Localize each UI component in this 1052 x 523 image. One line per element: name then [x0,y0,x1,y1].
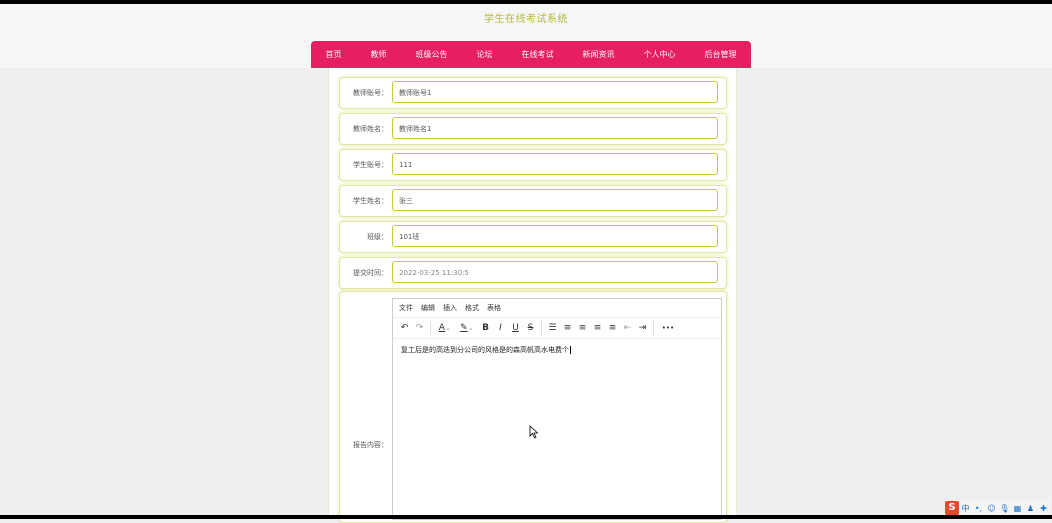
field-row-teacher-account: 教师账号： 教师账号1 [339,77,727,109]
indent-icon[interactable]: ⇥ [635,323,650,333]
outdent-icon[interactable]: ⇤ [620,323,635,333]
field-label: 教师账号： [353,89,388,97]
skin-icon[interactable]: ♟ [1024,504,1037,513]
editor-toolbar: ↶ ↷ A⌄ ✎⌄ B I U S ☰ ≡ ≡ ≡ ≡ ⇤ ⇥ ••• [393,317,721,339]
align-right-icon[interactable]: ≡ [590,323,605,333]
toolbar-divider [541,321,542,335]
nav-item-personal-center[interactable]: 个人中心 [640,49,680,60]
nav-item-class-announcements[interactable]: 班级公告 [412,49,452,60]
highlight-color-icon[interactable]: ✎⌄ [456,323,478,333]
form-container: 教师账号： 教师账号1 教师姓名： 教师姓名1 学生账号： 111 学生姓名： … [328,68,737,523]
teacher-name-input[interactable]: 教师姓名1 [392,117,718,139]
student-name-input[interactable]: 张三 [392,189,718,211]
italic-icon[interactable]: I [493,323,508,333]
mouse-cursor-icon [529,425,539,439]
student-account-input[interactable]: 111 [392,153,718,175]
keyboard-icon[interactable]: ▦ [1011,504,1024,513]
field-row-student-name: 学生姓名： 张三 [339,185,727,217]
menu-edit[interactable]: 编辑 [421,303,435,313]
field-label: 教师姓名： [353,125,388,133]
underline-icon[interactable]: U [508,323,523,333]
nav-item-forum[interactable]: 论坛 [473,49,497,60]
text-caret [570,346,571,354]
field-row-teacher-name: 教师姓名： 教师姓名1 [339,113,727,145]
menu-file[interactable]: 文件 [399,303,413,313]
punctuation-icon[interactable]: •, [972,504,985,513]
field-row-student-account: 学生账号： 111 [339,149,727,181]
highlight-glyph: ✎ [460,323,468,333]
justify-icon[interactable]: ≡ [605,323,620,333]
undo-icon[interactable]: ↶ [397,323,412,333]
toolbar-divider [653,321,654,335]
class-input[interactable]: 101班 [392,225,718,247]
nav-item-teachers[interactable]: 教师 [367,49,391,60]
microphone-icon[interactable]: 🎙 [998,504,1011,513]
field-label: 班级： [367,233,388,241]
nav-item-admin[interactable]: 后台管理 [701,49,741,60]
submit-time-input[interactable]: 2022-03-25 11:30:5 [392,261,718,283]
editor-menubar: 文件 编辑 插入 格式 表格 [393,299,721,317]
menu-insert[interactable]: 插入 [443,303,457,313]
field-row-submit-time: 提交时间： 2022-03-25 11:30:5 [339,257,727,289]
rich-text-editor: 文件 编辑 插入 格式 表格 ↶ ↷ A⌄ ✎⌄ B I U S ☰ ≡ ≡ ≡ [392,298,722,520]
text-color-icon[interactable]: A⌄ [434,323,456,333]
field-label: 学生姓名： [353,197,388,205]
nav-item-online-exam[interactable]: 在线考试 [518,49,558,60]
field-label: 报告内容： [353,441,388,449]
align-left-icon[interactable]: ≡ [560,323,575,333]
align-center-icon[interactable]: ≡ [575,323,590,333]
menu-format[interactable]: 格式 [465,303,479,313]
report-content-text: 复工后是的高迭到分公司的风格是的森高帆高水电费个 [401,346,569,354]
field-label: 学生账号： [353,161,388,169]
more-icon[interactable]: ••• [657,324,679,332]
editor-content-area[interactable]: 复工后是的高迭到分公司的风格是的森高帆高水电费个 [393,339,721,361]
nav-item-news[interactable]: 新闻资讯 [579,49,619,60]
toolbox-icon[interactable]: ✚ [1037,504,1050,513]
menu-table[interactable]: 表格 [487,303,501,313]
site-title: 学生在线考试系统 [484,14,568,25]
bold-icon[interactable]: B [478,323,493,333]
list-icon[interactable]: ☰ [545,323,560,333]
sogou-ime-icon[interactable]: S [945,501,959,515]
system-tray: S 中 •, ☺ 🎙 ▦ ♟ ✚ [945,500,1050,516]
teacher-account-input[interactable]: 教师账号1 [392,81,718,103]
toolbar-divider [430,321,431,335]
field-label: 提交时间： [353,269,388,277]
field-row-report-content: 报告内容： 文件 编辑 插入 格式 表格 ↶ ↷ A⌄ ✎⌄ B I U S ☰ [339,291,727,523]
screen-bottom-border [0,515,1052,519]
nav-item-home[interactable]: 首页 [322,49,346,60]
redo-icon[interactable]: ↷ [412,323,427,333]
field-row-class: 班级： 101班 [339,221,727,253]
emoji-icon[interactable]: ☺ [985,504,998,513]
ime-mode-indicator[interactable]: 中 [959,503,972,514]
strikethrough-icon[interactable]: S [523,323,538,333]
main-nav: 首页 教师 班级公告 论坛 在线考试 新闻资讯 个人中心 后台管理 [311,41,751,68]
